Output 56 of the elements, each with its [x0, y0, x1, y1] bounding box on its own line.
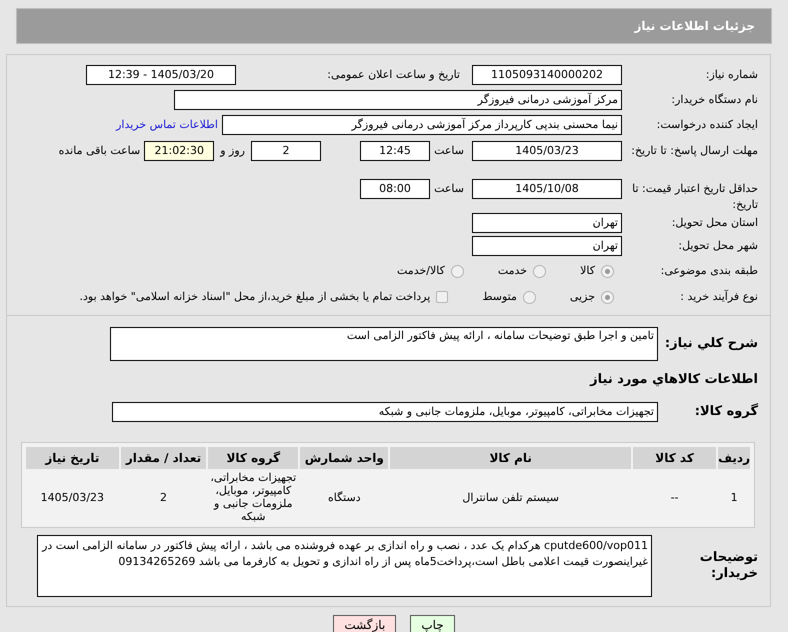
column-header: نام کالا [390, 447, 631, 469]
field-label: ایجاد کننده درخواست: [656, 117, 759, 133]
field-label: نوع فرآیند خرید : [679, 289, 759, 305]
field-label: توضیحات خریدار: [698, 550, 759, 582]
column-header: واحد شمارش [300, 447, 388, 469]
buyer-org-field: مرکز آموزشی درمانی فیروزگر [174, 90, 622, 110]
province-field: تهران [472, 213, 622, 233]
requester-field: نیما محسنی بندپی کارپرداز مرکز آموزشی درمانی فیروزگر [222, 115, 622, 135]
section-heading: اطلاعات کالاهاي مورد نياز [590, 371, 759, 390]
field-label: تاریخ و ساعت اعلان عمومی: [326, 67, 461, 83]
page-title: جزئیات اطلاعات نیاز [634, 18, 755, 35]
field-label: روز و [218, 143, 246, 159]
option-label: متوسط [481, 288, 518, 305]
radio-button[interactable] [601, 290, 614, 304]
validity-time-field: 08:00 [360, 179, 430, 199]
back-button[interactable]: بازگشت [333, 615, 396, 632]
contact-link[interactable]: اطلاعات تماس خریدار [116, 116, 218, 134]
need-number-field: 1105093140000202 [472, 65, 622, 85]
field-label: شرح کلي نياز: [664, 336, 759, 352]
option-label: کالا [579, 262, 596, 279]
option-label: کالا/خدمت [396, 262, 446, 279]
field-label: حداقل تاریخ اعتبار قیمت: تا تاریخ: [631, 181, 759, 213]
column-header: ردیف [718, 447, 750, 469]
column-header: تاریخ نیاز [26, 447, 119, 469]
field-label: شماره نیاز: [704, 67, 759, 83]
option-label: خدمت [496, 262, 528, 279]
validity-date-field: 1405/10/08 [472, 179, 622, 199]
field-label: استان محل تحویل: [670, 215, 759, 231]
announce-date-field: 1405/03/20 - 12:39 [86, 65, 236, 85]
deadline-time-field: 12:45 [360, 141, 430, 161]
field-label: طبقه بندی موضوعی: [660, 263, 759, 279]
checkbox-label: پرداخت تمام یا بخشی از مبلغ خرید،از محل "اسناد خزانه اسلامی" خواهد بود. [80, 288, 432, 305]
radio-button[interactable] [601, 264, 614, 278]
radio-button[interactable] [522, 290, 536, 304]
field-label: ساعت [433, 181, 465, 197]
field-label: ساعت باقی مانده [58, 143, 142, 159]
field-label: ساعت [433, 143, 465, 159]
field-label: مهلت ارسال پاسخ: تا تاریخ: [630, 143, 759, 159]
radio-button[interactable] [450, 264, 464, 278]
deadline-date-field: 1405/03/23 [472, 141, 622, 161]
days-field: 2 [251, 141, 321, 161]
print-button[interactable]: چاپ [410, 615, 455, 632]
remaining-time-field: 21:02:30 [144, 141, 214, 161]
column-header: تعداد / مقدار [120, 447, 206, 469]
description-text: تامین و اجرا طبق توضیحات سامانه ، ارائه پیش فاکتور الزامی است [346, 329, 654, 342]
column-header: گروه کالا [208, 447, 298, 469]
city-field: تهران [472, 236, 622, 256]
buyer-notes-field: cputde600/vop011 هرکدام یک عدد ، نصب و راه اندازی بر عهده فروشنده می باشد ، ارائه پیش فاکتور در سامانه الزامی است در غیراینصورت قیمت اعلامی باطل است،پرداخت5ماه پس از راه اندازی و تحویل به کارفرما می باشد 09134265269 [37, 535, 652, 597]
field-label: نام دستگاه خریدار: [670, 92, 759, 108]
goods-group-field: تجهیزات مخابراتی، کامپیوتر، موبایل، ملزومات جانبی و شبکه [112, 402, 658, 422]
field-label: گروه کالا: [694, 404, 759, 420]
radio-button[interactable] [533, 264, 546, 278]
checkbox[interactable] [436, 291, 448, 303]
option-label: جزیی [568, 288, 596, 305]
field-label: شهر محل تحویل: [677, 238, 759, 254]
column-header: کد کالا [633, 447, 716, 469]
